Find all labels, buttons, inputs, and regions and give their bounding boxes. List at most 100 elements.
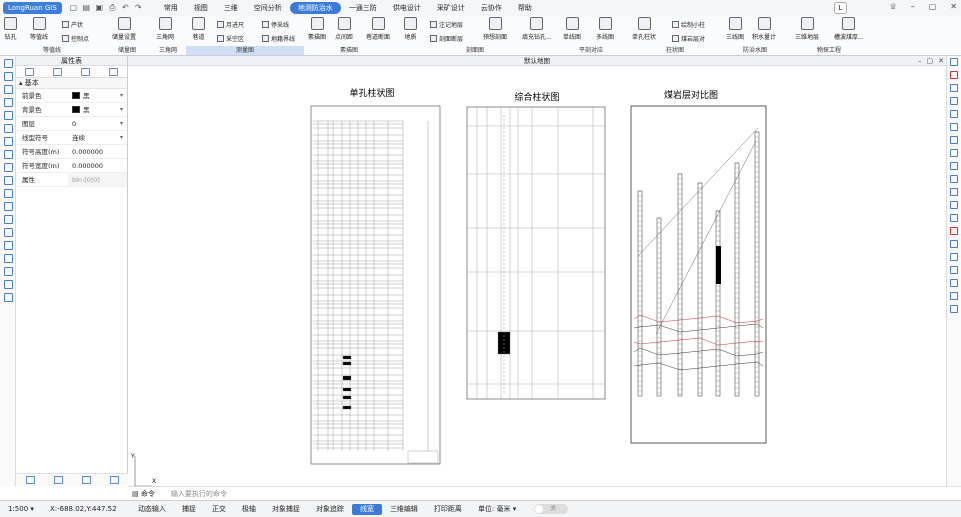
bar-icon[interactable] bbox=[4, 280, 13, 289]
ribbon-button[interactable]: 巷道断面 bbox=[366, 17, 390, 41]
ribbon-small-button[interactable]: 注记地层 bbox=[430, 20, 463, 29]
chevron-down-icon[interactable]: ▾ bbox=[120, 103, 123, 117]
line-tool-icon[interactable] bbox=[4, 59, 13, 68]
cube-tab-icon[interactable] bbox=[109, 476, 119, 484]
minimize-icon[interactable]: – bbox=[918, 57, 922, 65]
ribbon-button[interactable]: 点间距 bbox=[335, 17, 353, 41]
minimize-icon[interactable]: – bbox=[911, 2, 915, 11]
delete-icon[interactable] bbox=[950, 71, 958, 79]
fillet-icon[interactable] bbox=[950, 253, 958, 261]
step-tool-icon[interactable] bbox=[4, 111, 13, 120]
copy-icon[interactable] bbox=[950, 84, 958, 92]
menu-item[interactable]: 常用 bbox=[156, 2, 186, 14]
toggle-dynamic-input[interactable]: 动态输入 bbox=[130, 504, 174, 515]
open-file-icon[interactable]: ▤ bbox=[81, 3, 92, 13]
ribbon-small-button[interactable]: 地籍界线 bbox=[262, 34, 295, 43]
chevron-down-icon[interactable]: ▾ bbox=[120, 89, 123, 103]
toggle-ortho[interactable]: 正交 bbox=[204, 504, 234, 515]
user-avatar[interactable]: L bbox=[834, 2, 847, 14]
array-icon[interactable] bbox=[950, 123, 958, 131]
ribbon-small-button[interactable]: 剖面断层 bbox=[430, 34, 463, 43]
rectangle-tool-icon[interactable] bbox=[4, 124, 13, 133]
ribbon-button[interactable]: 地质 bbox=[404, 17, 417, 41]
align-left-icon[interactable] bbox=[4, 215, 13, 224]
circle-tool-icon[interactable] bbox=[4, 137, 13, 146]
ribbon-button[interactable]: 三角网 bbox=[156, 17, 174, 41]
table-icon[interactable] bbox=[25, 67, 35, 76]
ribbon-button[interactable]: 单线图 bbox=[563, 17, 581, 41]
map-canvas[interactable]: 默认地图 – ▢ ✕ 单孔柱状图 综合柱状图 煤岩层对比图 Y X bbox=[128, 56, 946, 486]
switch-toggle[interactable]: 关 bbox=[534, 504, 569, 514]
scale-select[interactable]: 1:500 ▾ bbox=[0, 504, 42, 515]
command-input[interactable]: 输入要执行的命令 bbox=[171, 489, 227, 499]
move-icon[interactable] bbox=[950, 136, 958, 144]
group-icon[interactable] bbox=[950, 305, 958, 313]
menu-item[interactable]: 一通三防 bbox=[341, 2, 385, 14]
explode-icon[interactable] bbox=[950, 266, 958, 274]
ribbon-button[interactable]: 积水量计 bbox=[752, 17, 776, 41]
prop-row-foreground[interactable]: 前景色黑 ▾ bbox=[16, 89, 127, 103]
prop-row-linetype[interactable]: 线型符号 连续 ▾ bbox=[16, 131, 127, 145]
menu-item[interactable]: 云协作 bbox=[473, 2, 510, 14]
ribbon-small-button[interactable]: 产状 bbox=[62, 20, 83, 29]
menu-item[interactable]: 视图 bbox=[186, 2, 216, 14]
app-logo[interactable]: LongRuan GIS bbox=[3, 2, 62, 14]
chamfer-icon[interactable] bbox=[950, 240, 958, 248]
list-tab-icon[interactable] bbox=[81, 476, 91, 484]
expand-icon[interactable] bbox=[950, 58, 958, 66]
polyline-tool-icon[interactable] bbox=[4, 72, 13, 81]
circle-tool-2-icon[interactable] bbox=[4, 150, 13, 159]
curve-tool-icon[interactable] bbox=[4, 98, 13, 107]
prop-row-background[interactable]: 背景色黑 ▾ bbox=[16, 103, 127, 117]
coal-rock-comparison-chart[interactable] bbox=[630, 105, 767, 444]
arc-tool-icon[interactable] bbox=[4, 85, 13, 94]
toggle-object-snap[interactable]: 对象捕捉 bbox=[264, 504, 308, 515]
undo-icon[interactable]: ↶ bbox=[120, 3, 131, 13]
trim-icon[interactable] bbox=[950, 188, 958, 196]
align-center-icon[interactable] bbox=[4, 241, 13, 250]
menu-item[interactable]: 采矿设计 bbox=[429, 2, 473, 14]
unit-select[interactable]: 单位: 毫米 ▾ bbox=[470, 504, 524, 515]
ribbon-button[interactable]: 槽波煤厚... bbox=[834, 17, 864, 41]
chevron-down-icon[interactable]: ▾ bbox=[120, 131, 123, 145]
ribbon-button[interactable]: 巷道 bbox=[192, 17, 205, 41]
ribbon-button[interactable]: 钻孔 bbox=[4, 17, 17, 41]
toggle-lineweight[interactable]: 线宽 bbox=[351, 503, 382, 515]
composite-column-chart[interactable] bbox=[466, 106, 606, 400]
ribbon-small-button[interactable]: 煤岩层对 bbox=[672, 34, 705, 43]
menu-item[interactable]: 供电设计 bbox=[385, 2, 429, 14]
break-icon[interactable] bbox=[950, 214, 958, 222]
prop-row-symbol-width[interactable]: 符号宽度(m) 0.000000 bbox=[16, 159, 127, 173]
ribbon-small-button[interactable]: 控制点 bbox=[62, 34, 89, 43]
menu-item[interactable]: 帮助 bbox=[510, 2, 540, 14]
ribbon-button[interactable]: 储量设置 bbox=[112, 17, 136, 41]
list-icon[interactable] bbox=[53, 67, 63, 76]
ribbon-small-button[interactable]: 采空区 bbox=[217, 34, 244, 43]
new-file-icon[interactable]: ▢ bbox=[68, 3, 79, 13]
hatch-icon[interactable] bbox=[950, 292, 958, 300]
menu-item-active[interactable]: 地测防治水 bbox=[289, 2, 341, 14]
toggle-polar[interactable]: 极轴 bbox=[234, 504, 264, 515]
save-icon[interactable]: ▣ bbox=[94, 3, 105, 13]
mirror-icon[interactable] bbox=[950, 97, 958, 105]
canvas-tab-title[interactable]: 默认地图 bbox=[128, 56, 946, 66]
ribbon-small-button[interactable]: 绘制小柱 bbox=[672, 20, 705, 29]
ellipse-tool-icon[interactable] bbox=[4, 163, 13, 172]
chevron-down-icon[interactable]: ▾ bbox=[120, 117, 123, 131]
distribute-2-icon[interactable] bbox=[4, 267, 13, 276]
redo-icon[interactable]: ↷ bbox=[133, 3, 144, 13]
ribbon-button[interactable]: 三维地层 bbox=[795, 17, 819, 41]
block-icon[interactable] bbox=[950, 279, 958, 287]
rotate-icon[interactable] bbox=[950, 149, 958, 157]
maximize-icon[interactable]: ▢ bbox=[929, 2, 937, 11]
ribbon-button[interactable]: 三线图 bbox=[726, 17, 744, 41]
property-tab-icon[interactable] bbox=[25, 476, 35, 484]
skin-icon[interactable]: ♕ bbox=[890, 2, 897, 11]
restore-icon[interactable]: ▢ bbox=[927, 57, 934, 65]
menu-item[interactable]: 三维 bbox=[216, 2, 246, 14]
ribbon-button[interactable]: 等值线 bbox=[30, 17, 48, 41]
command-line[interactable]: ▤ 命令 输入要执行的命令 bbox=[128, 486, 961, 500]
align-right-icon[interactable] bbox=[4, 228, 13, 237]
stack-icon[interactable] bbox=[108, 67, 118, 76]
cloud-tool-icon[interactable] bbox=[4, 176, 13, 185]
